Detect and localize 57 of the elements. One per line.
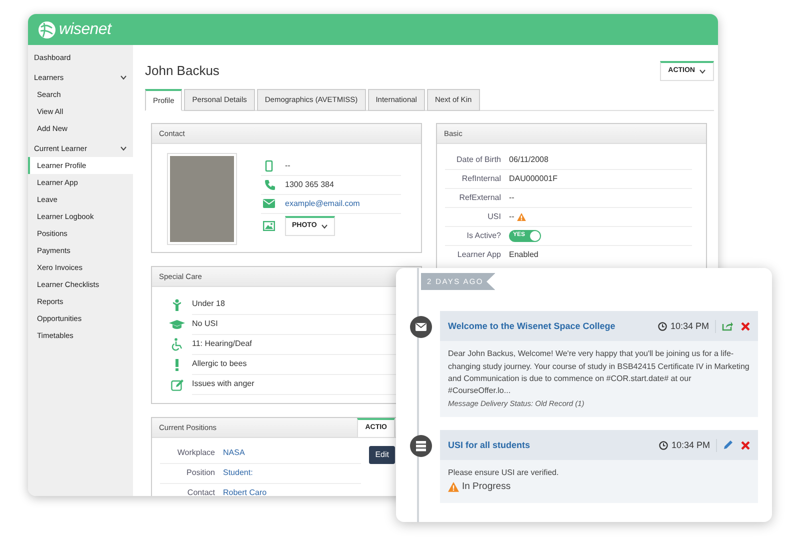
field-label: Contact	[186, 487, 216, 496]
exclamation-icon	[175, 358, 179, 371]
logo-icon	[38, 20, 56, 38]
field-link[interactable]: Student:	[223, 467, 253, 480]
field-label: RefInternal	[460, 172, 502, 185]
field-label: Is Active?	[466, 230, 502, 242]
message-text: Please ensure USI are verified.	[448, 467, 560, 480]
care-item-text: 11: Hearing/Deaf	[192, 338, 252, 350]
graduation-cap-icon	[169, 320, 185, 330]
contact-value: --	[285, 160, 290, 172]
edit-button[interactable]: Edit	[369, 446, 395, 464]
field-value: --	[509, 192, 514, 204]
chevron-down-icon	[320, 222, 328, 230]
warning-icon	[517, 212, 526, 221]
care-item-text: Issues with anger	[192, 378, 254, 390]
care-item-text: Allergic to bees	[192, 358, 247, 370]
field-link[interactable]: Robert Caro	[223, 487, 267, 496]
task-status: In Progress	[462, 480, 511, 494]
mobile-phone-icon	[265, 160, 273, 172]
entry-time: 10:34 PM	[671, 438, 710, 452]
wheelchair-icon	[171, 338, 183, 352]
image-icon	[263, 220, 275, 231]
field-value: DAU000001F	[509, 172, 558, 185]
entry-title-link[interactable]: Welcome to the Wisenet Space College	[448, 320, 652, 333]
edit-icon	[170, 378, 184, 391]
clock-icon	[659, 440, 668, 450]
entry-title-link[interactable]: USI for all students	[448, 438, 654, 452]
contact-value: 1300 365 384	[285, 178, 334, 191]
envelope-icon	[263, 199, 275, 208]
close-icon[interactable]	[741, 440, 750, 450]
care-item-text: No USI	[192, 318, 218, 330]
field-label: Workplace	[176, 447, 216, 460]
field-value: --	[509, 210, 514, 223]
chevron-down-icon	[699, 68, 706, 75]
warning-icon	[448, 482, 459, 492]
clock-icon	[658, 322, 668, 331]
care-item-text: Under 18	[192, 298, 225, 310]
field-label: RefExternal	[458, 192, 502, 204]
field-label: Position	[186, 467, 216, 480]
pencil-icon[interactable]	[723, 440, 733, 450]
list-icon	[410, 435, 432, 458]
field-link[interactable]: NASA	[223, 447, 245, 460]
email-link[interactable]: example@email.com	[285, 198, 360, 210]
page-title: John Backus	[145, 62, 220, 80]
message-text: Dear John Backus, Welcome! We're very happy that you'll be joining us for a life-changing study journey. Your course of study in BSB42415 Certificate IV in Marketing and Communication is due to commence on #COR.start.date# at our #CourseOffer.lo...	[448, 348, 750, 398]
entry-time: 10:34 PM	[670, 320, 709, 332]
share-icon[interactable]	[722, 321, 733, 332]
envelope-icon	[410, 316, 432, 338]
person-icon	[172, 298, 182, 311]
field-label: USI	[486, 210, 502, 223]
phone-icon	[264, 179, 274, 190]
logo-text: wisenet	[59, 20, 112, 40]
field-label: Date of Birth	[456, 154, 502, 166]
field-label: Learner App	[456, 249, 502, 262]
close-icon[interactable]	[741, 322, 750, 331]
field-value: Enabled	[509, 249, 538, 262]
field-value: 06/11/2008	[509, 154, 548, 166]
